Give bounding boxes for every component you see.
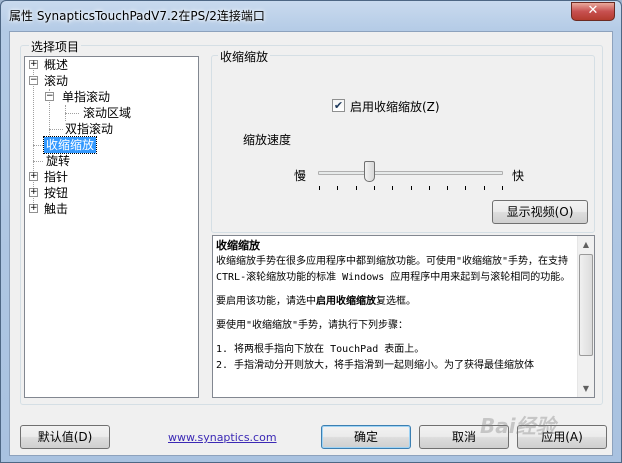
watermark: Bai经验 <box>480 414 556 438</box>
zoom-speed-slider-thumb[interactable] <box>364 161 375 182</box>
collapse-icon[interactable]: − <box>29 76 38 85</box>
slider-tick <box>374 186 375 190</box>
help-text-span: 要启用该功能，请选中 <box>216 296 316 307</box>
scrollbar-thumb[interactable] <box>579 254 593 356</box>
slider-max-label: 快 <box>512 169 525 183</box>
slider-tick <box>356 186 357 190</box>
tree-item-label: 滚动 <box>44 74 69 88</box>
enable-pinch-zoom-checkbox[interactable]: ✔ <box>332 99 345 112</box>
tree-line <box>49 129 63 130</box>
tree-item-label: 按钮 <box>44 186 69 200</box>
tree-item-label: 概述 <box>44 58 69 72</box>
tree-item-label: 旋转 <box>46 154 71 168</box>
scroll-down-icon[interactable]: ▼ <box>578 380 594 397</box>
help-paragraph-1: 收缩缩放手势在很多应用程序中都到缩放功能。可使用"收缩缩放"手势，在支持 CTR… <box>216 256 571 283</box>
tree-line <box>33 161 43 162</box>
slider-tick <box>447 186 448 190</box>
help-text-span: 复选框。 <box>376 296 416 307</box>
settings-tree[interactable]: + 概述 − 滚动 − 单指滚动 滚动区域 双指滚动 收缩缩放 旋转 + 指针 … <box>24 56 199 398</box>
slider-tick <box>502 186 503 190</box>
tree-item-label: 收缩缩放 <box>42 136 98 154</box>
tree-line <box>65 113 79 114</box>
help-paragraph-2: 要启用该功能，请选中启用收缩缩放复选框。 <box>216 294 571 310</box>
slider-tick <box>429 186 430 190</box>
tree-item-label: 双指滚动 <box>65 122 114 136</box>
expand-icon[interactable]: + <box>29 204 38 213</box>
tree-item-label: 滚动区域 <box>83 106 132 120</box>
collapse-icon[interactable]: − <box>45 92 54 101</box>
help-text: 收缩缩放 收缩缩放手势在很多应用程序中都到缩放功能。可使用"收缩缩放"手势，在支… <box>216 238 571 374</box>
slider-tick <box>392 186 393 190</box>
slider-min-label: 慢 <box>294 169 307 183</box>
title-bar[interactable]: 属性 SynapticsTouchPadV7.2在PS/2连接端口 ✕ <box>1 1 621 31</box>
zoom-speed-label: 缩放速度 <box>243 133 292 147</box>
tree-item-label: 单指滚动 <box>62 90 111 104</box>
slider-tick <box>411 186 412 190</box>
slider-tick <box>465 186 466 190</box>
window-title: 属性 SynapticsTouchPadV7.2在PS/2连接端口 <box>9 9 265 23</box>
show-video-button[interactable]: 显示视频(O) <box>492 200 588 224</box>
help-step-1: 1. 将两根手指向下放在 TouchPad 表面上。 <box>216 344 425 355</box>
zoom-speed-slider-track[interactable] <box>318 171 503 175</box>
slider-tick <box>484 186 485 190</box>
help-scrollbar[interactable]: ▲ ▼ <box>577 236 594 397</box>
help-pane[interactable]: 收缩缩放 收缩缩放手势在很多应用程序中都到缩放功能。可使用"收缩缩放"手势，在支… <box>212 235 595 398</box>
help-step-2: 2. 手指滑动分开则放大，将手指滑到一起则缩小。为了获得最佳缩放体 <box>216 360 535 371</box>
slider-tick <box>319 186 320 190</box>
tree-line <box>33 145 43 146</box>
synaptics-link[interactable]: www.synaptics.com <box>168 431 277 444</box>
ok-button[interactable]: 确定 <box>321 425 411 449</box>
scroll-up-icon[interactable]: ▲ <box>578 236 594 253</box>
enable-pinch-zoom-label[interactable]: 启用收缩缩放(Z) <box>350 98 440 115</box>
tree-item-label: 触击 <box>44 202 69 216</box>
dialog-client: 选择项目 + 概述 − 滚动 − 单指滚动 滚动区域 双指滚动 收缩缩放 旋转 … <box>9 31 613 456</box>
expand-icon[interactable]: + <box>29 60 38 69</box>
select-item-legend: 选择项目 <box>29 38 82 55</box>
defaults-button[interactable]: 默认值(D) <box>20 425 110 449</box>
tree-item-label: 指针 <box>44 170 69 184</box>
pinch-zoom-legend: 收缩缩放 <box>218 48 271 65</box>
help-bold-span: 启用收缩缩放 <box>316 296 376 307</box>
expand-icon[interactable]: + <box>29 172 38 181</box>
close-button[interactable]: ✕ <box>571 2 615 21</box>
help-paragraph-3: 要使用"收缩缩放"手势，请执行下列步骤： <box>216 320 409 331</box>
properties-window: 属性 SynapticsTouchPadV7.2在PS/2连接端口 ✕ 选择项目… <box>0 0 622 463</box>
expand-icon[interactable]: + <box>29 188 38 197</box>
help-title: 收缩缩放 <box>216 239 260 252</box>
slider-tick <box>337 186 338 190</box>
pinch-zoom-group: 收缩缩放 ✔ 启用收缩缩放(Z) 缩放速度 慢 快 显示视频(O) <box>211 48 595 233</box>
